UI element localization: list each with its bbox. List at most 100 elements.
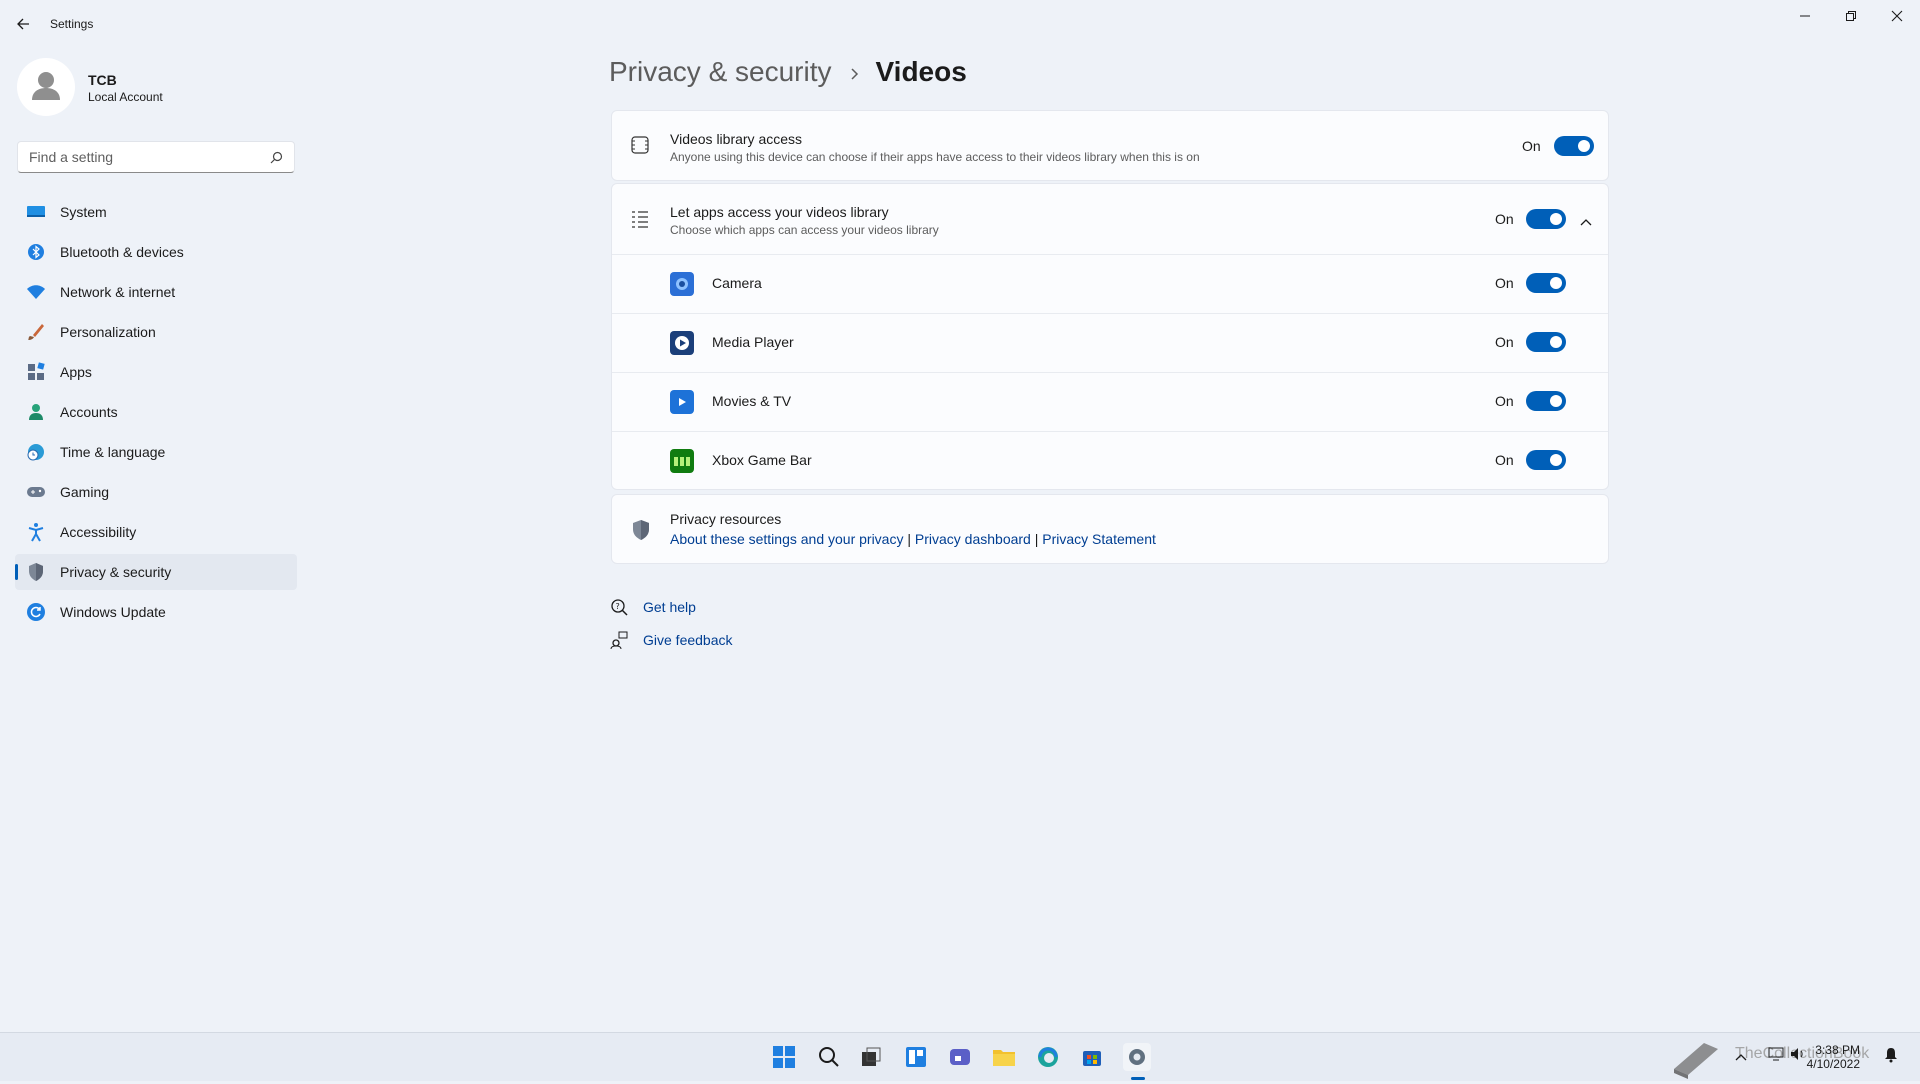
back-arrow-icon[interactable] [14, 14, 34, 34]
breadcrumb-parent[interactable]: Privacy & security [609, 56, 832, 88]
videos-library-access-toggle[interactable] [1554, 136, 1594, 156]
privacy-resources-title: Privacy resources [670, 511, 782, 527]
search-input[interactable] [27, 148, 261, 166]
notification-bell-icon[interactable] [1884, 1047, 1898, 1068]
apps-access-card: Let apps access your videos library Choo… [611, 183, 1609, 490]
app-title: Settings [50, 17, 94, 31]
app-state: On [1495, 275, 1514, 291]
link-separator: | [1034, 531, 1039, 547]
sidebar-item-gaming[interactable]: Gaming [15, 474, 297, 510]
apps-access-state: On [1495, 211, 1514, 227]
privacy-shield-icon [630, 519, 652, 546]
edge-icon[interactable] [1034, 1043, 1062, 1071]
update-icon [26, 602, 46, 622]
apps-access-description: Choose which apps can access your videos… [670, 223, 939, 237]
accessibility-icon [26, 522, 46, 542]
sidebar-item-apps[interactable]: Apps [15, 354, 297, 390]
sidebar-item-personalization[interactable]: Personalization [15, 314, 297, 350]
about-privacy-link[interactable]: About these settings and your privacy [670, 531, 903, 547]
chat-icon[interactable] [946, 1043, 974, 1071]
app-row-media-player: Media Player On [612, 314, 1608, 372]
app-row-movies-tv: Movies & TV On [612, 373, 1608, 431]
chevron-up-icon[interactable] [1580, 213, 1592, 231]
give-feedback-link[interactable]: Give feedback [609, 630, 733, 650]
camera-app-icon [670, 272, 694, 296]
sidebar-nav: System Bluetooth & devices Network & int… [15, 194, 297, 634]
task-view-icon[interactable] [857, 1043, 885, 1071]
brush-icon [26, 322, 46, 342]
restore-button[interactable] [1828, 6, 1874, 26]
videos-library-access-description: Anyone using this device can choose if t… [670, 150, 1200, 164]
media-player-toggle[interactable] [1526, 332, 1566, 352]
movies-tv-toggle[interactable] [1526, 391, 1566, 411]
sidebar-item-accessibility[interactable]: Accessibility [15, 514, 297, 550]
sidebar-item-network[interactable]: Network & internet [15, 274, 297, 310]
chevron-up-tray-icon[interactable] [1735, 1049, 1747, 1067]
shield-icon [26, 562, 46, 582]
app-state: On [1495, 334, 1514, 350]
taskbar: TheCollectionBook 3:38 PM 4/10/2022 [0, 1032, 1920, 1081]
app-name: Xbox Game Bar [712, 452, 812, 468]
sidebar-item-accounts[interactable]: Accounts [15, 394, 297, 430]
app-row-camera: Camera On [612, 255, 1608, 313]
media-player-icon [670, 331, 694, 355]
network-tray-icon[interactable] [1768, 1047, 1784, 1066]
feedback-icon [609, 630, 629, 650]
wifi-icon [26, 282, 46, 302]
apps-access-title: Let apps access your videos library [670, 204, 889, 220]
bluetooth-icon [26, 242, 46, 262]
widgets-icon[interactable] [902, 1043, 930, 1071]
sidebar-item-windows-update[interactable]: Windows Update [15, 594, 297, 630]
settings-icon[interactable] [1123, 1043, 1151, 1071]
file-explorer-icon[interactable] [990, 1043, 1018, 1071]
privacy-dashboard-link[interactable]: Privacy dashboard [915, 531, 1031, 547]
privacy-statement-link[interactable]: Privacy Statement [1042, 531, 1156, 547]
search-icon[interactable] [270, 151, 283, 169]
date-text: 4/10/2022 [1806, 1057, 1860, 1071]
link-separator: | [907, 531, 911, 547]
breadcrumb-current: Videos [875, 56, 967, 87]
selection-indicator [15, 564, 18, 580]
globe-clock-icon [26, 442, 46, 462]
list-icon [630, 209, 650, 234]
volume-tray-icon[interactable] [1790, 1047, 1806, 1066]
page-title: Privacy & security Videos [609, 56, 967, 88]
book-watermark-icon [1670, 1039, 1722, 1084]
app-state: On [1495, 393, 1514, 409]
app-row-xbox-game-bar: Xbox Game Bar On [612, 432, 1608, 490]
user-name: TCB [88, 72, 117, 88]
gamepad-icon [26, 482, 46, 502]
videos-library-access-title: Videos library access [670, 131, 803, 147]
privacy-links: About these settings and your privacy | … [670, 531, 1156, 547]
search-box[interactable] [17, 141, 295, 173]
account-type: Local Account [88, 90, 163, 104]
xbox-game-bar-icon [670, 449, 694, 473]
videos-library-access-state: On [1522, 138, 1541, 154]
camera-toggle[interactable] [1526, 273, 1566, 293]
breadcrumb-chevron-icon [850, 56, 860, 88]
apps-access-header[interactable]: Let apps access your videos library Choo… [612, 184, 1608, 254]
time-text: 3:38 PM [1815, 1043, 1860, 1057]
start-icon[interactable] [770, 1043, 798, 1071]
get-help-link[interactable]: ? Get help [609, 597, 696, 617]
apps-access-toggle[interactable] [1526, 209, 1566, 229]
video-frame-icon [630, 135, 650, 160]
movies-tv-icon [670, 390, 694, 414]
close-button[interactable] [1874, 6, 1920, 26]
sidebar-item-time-language[interactable]: Time & language [15, 434, 297, 470]
sidebar-item-bluetooth[interactable]: Bluetooth & devices [15, 234, 297, 270]
xbox-game-bar-toggle[interactable] [1526, 450, 1566, 470]
person-icon [26, 402, 46, 422]
minimize-button[interactable] [1782, 6, 1828, 26]
user-profile[interactable]: TCB Local Account [17, 58, 307, 118]
store-icon[interactable] [1078, 1043, 1106, 1071]
sidebar-item-system[interactable]: System [15, 194, 297, 230]
app-name: Camera [712, 275, 762, 291]
avatar [17, 58, 75, 116]
apps-icon [26, 362, 46, 382]
sidebar-item-privacy-security[interactable]: Privacy & security [15, 554, 297, 590]
help-icon: ? [609, 597, 629, 617]
app-name: Movies & TV [712, 393, 792, 409]
search-icon[interactable] [815, 1043, 843, 1071]
clock[interactable]: 3:38 PM 4/10/2022 [1807, 1043, 1860, 1071]
